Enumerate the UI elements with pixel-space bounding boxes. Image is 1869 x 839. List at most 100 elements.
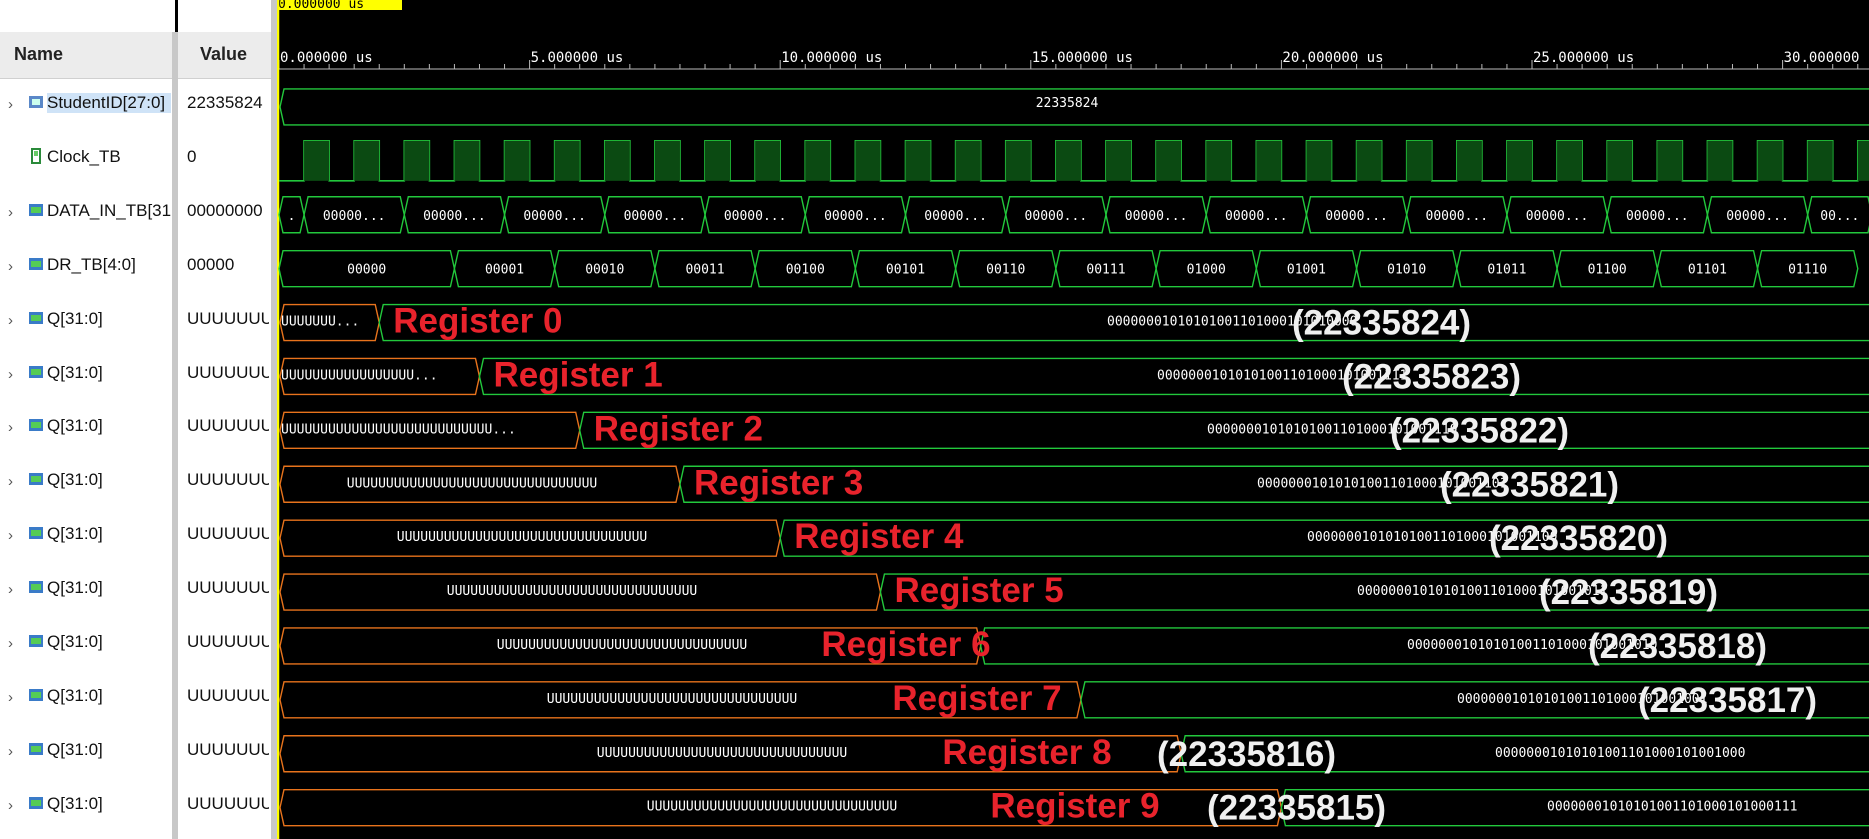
register-annotation-label: Register 4 <box>794 517 964 556</box>
signal-row[interactable]: › Q[31:0] UUUUUUUU <box>0 565 271 619</box>
data-in-segment-label: 00000... <box>1726 209 1789 224</box>
bus-signal-icon <box>28 471 44 487</box>
dr-segment-label: 00000 <box>347 263 386 278</box>
clock-high-fill <box>504 140 530 181</box>
expand-chevron-icon[interactable]: › <box>8 204 13 221</box>
clock-high-fill <box>654 140 680 181</box>
clock-high-fill <box>1707 140 1733 181</box>
signal-name: Clock_TB <box>47 146 121 166</box>
signal-value: UUUUUUUU <box>187 578 269 598</box>
bus-signal-icon <box>28 741 44 757</box>
expand-chevron-icon[interactable]: › <box>8 689 13 706</box>
signal-name: Q[31:0] <box>47 793 103 813</box>
dr-segment-label: 00010 <box>585 263 624 278</box>
expand-chevron-icon[interactable]: › <box>8 419 13 436</box>
waveform-canvas[interactable]: 0.000000 us 5.000000 us 10.000000 us 15.000… <box>277 0 1869 839</box>
data-in-segment-label: 00000... <box>1526 209 1589 224</box>
signal-row[interactable]: › StudentID[27:0] 22335824 <box>0 80 271 134</box>
signal-value: UUUUUUUU <box>187 362 269 382</box>
clock-high-fill <box>1607 140 1633 181</box>
data-in-segment-label: 00000... <box>523 209 586 224</box>
expand-chevron-icon[interactable]: › <box>8 258 13 275</box>
expand-chevron-icon[interactable]: › <box>8 635 13 652</box>
signal-row[interactable]: › Q[31:0] UUUUUUUU <box>0 296 271 350</box>
signal-row[interactable]: › Q[31:0] UUUUUUUU <box>0 781 271 835</box>
signal-name: StudentID[27:0] <box>47 93 171 113</box>
register-decimal-annotation: (22335820) <box>1489 519 1668 558</box>
register-annotation-label: Register 0 <box>393 302 562 341</box>
signal-row[interactable]: › Q[31:0] UUUUUUUU <box>0 403 271 457</box>
register-undefined-value: UUUUUUUUUUUUUUUUUUUUUUUUUUU... <box>281 422 516 437</box>
dr-segment-label: 01110 <box>1788 263 1827 278</box>
data-in-segment-label: 00000... <box>1626 209 1689 224</box>
value-header-label: Value <box>200 44 248 64</box>
data-in-segment-label: 00... <box>1820 209 1859 224</box>
signal-row[interactable]: › Q[31:0] UUUUUUUU <box>0 511 271 565</box>
expand-chevron-icon[interactable]: › <box>8 366 13 383</box>
dr-segment-label: 00110 <box>986 263 1025 278</box>
expand-chevron-icon[interactable]: › <box>8 473 13 490</box>
clock-high-fill <box>1306 140 1332 181</box>
register-decimal-annotation: (22335818) <box>1588 627 1767 666</box>
register-undefined-value: UUUUUUUUUUUUUUUUUUUUUUUUUUUUUUUU <box>597 746 847 761</box>
signal-row[interactable]: › Q[31:0] UUUUUUUU <box>0 350 271 404</box>
data-in-segment-label: 00000... <box>624 209 687 224</box>
clock-high-fill <box>905 140 931 181</box>
signal-row[interactable]: › Q[31:0] UUUUUUUU <box>0 619 271 673</box>
signal-row[interactable]: Clock_TB 0 <box>0 134 271 188</box>
register-undefined-value: UUUUUUUUUUUUUUUUUUUUUUUUUUUUUUUU <box>447 584 697 599</box>
ruler-tick-label: 15.000000 us <box>1032 50 1133 66</box>
ruler-tick-label: 5.000000 us <box>531 50 624 66</box>
register-annotation-label: Register 1 <box>493 355 662 394</box>
signal-name: Q[31:0] <box>47 578 103 598</box>
bus-signal-icon <box>28 525 44 541</box>
clock-high-fill <box>1105 140 1132 181</box>
bus-signal-icon <box>28 687 44 703</box>
data-in-segment-label: 00000... <box>1125 209 1188 224</box>
signal-row[interactable]: › DATA_IN_TB[31:0] 00000000 <box>0 188 271 242</box>
signal-row[interactable]: › Q[31:0] UUUUUUUU <box>0 673 271 727</box>
clock-high-fill <box>1406 140 1432 181</box>
bus-constant-icon <box>28 94 44 110</box>
expand-chevron-icon[interactable]: › <box>8 527 13 544</box>
data-in-segment-label: 00000... <box>724 209 787 224</box>
clock-high-fill <box>1356 140 1382 181</box>
bit-signal-icon <box>28 147 44 164</box>
ruler-tick-label: 30.000000 <box>1784 50 1860 66</box>
data-in-segment-label: 00000... <box>1426 209 1489 224</box>
clock-high-fill <box>805 140 831 181</box>
clock-high-fill <box>955 140 981 181</box>
signal-row[interactable]: › Q[31:0] UUUUUUUU <box>0 727 271 781</box>
bus-signal-icon <box>28 202 44 218</box>
dr-segment-label: 01100 <box>1588 263 1627 278</box>
register-decimal-annotation: (22335817) <box>1638 681 1817 720</box>
dr-segment-label: 01010 <box>1387 263 1426 278</box>
register-annotation-label: Register 7 <box>892 679 1061 718</box>
signal-value: UUUUUUUU <box>187 632 269 651</box>
bus-signal-icon <box>28 579 44 595</box>
signal-row[interactable]: › DR_TB[4:0] 00000 <box>0 242 271 296</box>
expand-chevron-icon[interactable]: › <box>8 743 13 760</box>
signal-value: UUUUUUUU <box>187 470 269 490</box>
data-in-segment-label: 00000... <box>1325 209 1388 224</box>
expand-chevron-icon[interactable]: › <box>8 581 13 598</box>
clock-high-fill <box>1857 140 1869 181</box>
dr-segment-label: 01001 <box>1287 263 1326 278</box>
signal-value: UUUUUUUU <box>187 793 269 813</box>
expand-chevron-icon[interactable]: › <box>8 312 13 329</box>
signal-value: UUUUUUUU <box>187 685 269 705</box>
dr-segment-label: 00100 <box>786 263 825 278</box>
signal-value: UUUUUUUU <box>187 739 269 759</box>
register-undefined-value: UUUUUUU... <box>281 315 359 330</box>
clock-high-fill <box>1156 140 1182 181</box>
signal-value: 00000 <box>187 254 235 274</box>
clock-high-fill <box>755 140 781 181</box>
signal-row[interactable]: › Q[31:0] UUUUUUUU <box>0 457 271 511</box>
signal-name: Q[31:0] <box>47 308 103 328</box>
signal-value: 00000000 <box>187 200 263 220</box>
expand-chevron-icon[interactable]: › <box>8 797 13 814</box>
data-in-segment-label: 00000... <box>824 209 887 224</box>
expand-chevron-icon[interactable]: › <box>8 96 13 113</box>
signal-name: Q[31:0] <box>47 524 103 544</box>
register-annotation-label: Register 6 <box>821 625 990 664</box>
